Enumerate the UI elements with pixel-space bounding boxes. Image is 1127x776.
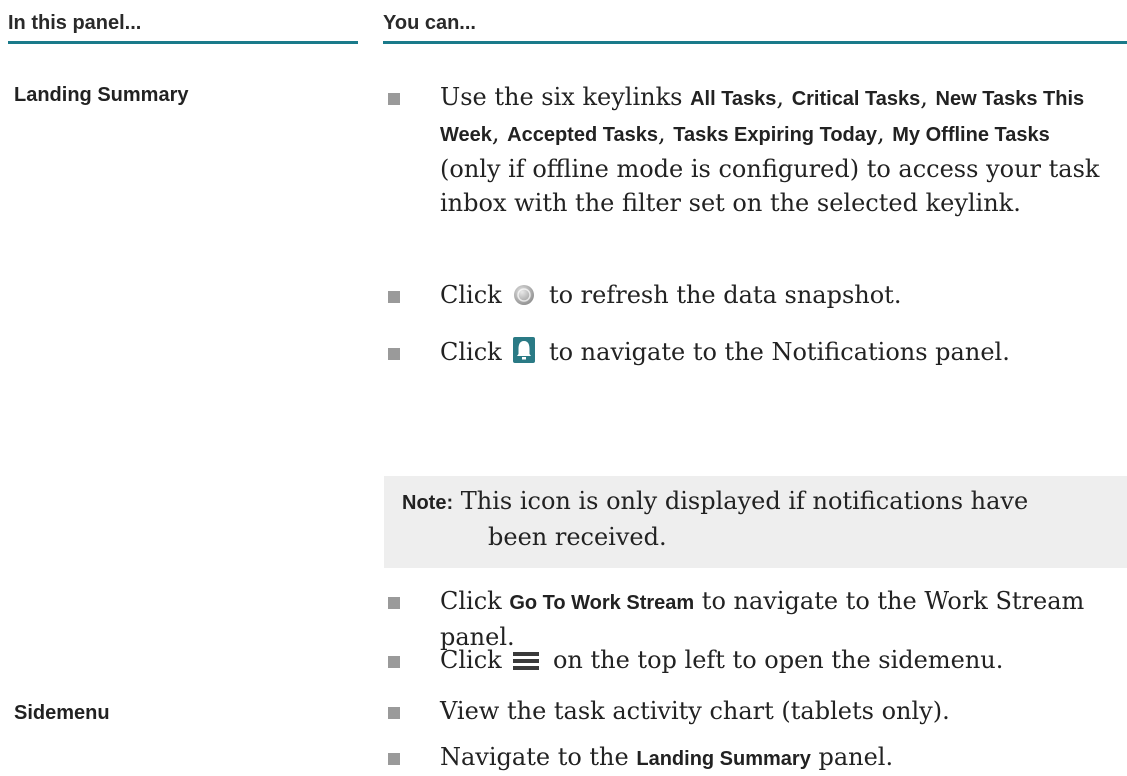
bullet-text: Click xyxy=(440,338,510,366)
column-header-panel: In this panel... xyxy=(8,0,358,44)
note-box: Note: This icon is only displayed if not… xyxy=(384,476,1127,568)
bullet-text: , xyxy=(776,83,792,111)
bullet-marker xyxy=(388,656,400,668)
landing-summary-link[interactable]: Landing Summary xyxy=(636,748,810,770)
bullet-marker xyxy=(388,93,400,105)
keylink-all-tasks[interactable]: All Tasks xyxy=(690,88,776,110)
bullet-text: Navigate to the xyxy=(440,743,637,771)
bullet-marker xyxy=(388,753,400,765)
bullet-text: , xyxy=(657,119,674,147)
bullet-text: , xyxy=(877,119,893,147)
column-header-actions: You can... xyxy=(383,0,1127,44)
keylink-critical-tasks[interactable]: Critical Tasks xyxy=(792,88,921,110)
bullet-text: Click xyxy=(440,281,510,309)
note-text: This icon is only displayed if notificat… xyxy=(453,487,1029,515)
bullet-text: panel. xyxy=(810,743,894,771)
list-item: Click to refresh the data snapshot. xyxy=(388,278,1100,315)
bullet-text: , xyxy=(920,83,936,111)
menu-icon xyxy=(513,646,540,680)
bullet-text: to refresh the data snapshot. xyxy=(541,281,902,309)
go-to-work-stream-link[interactable]: Go To Work Stream xyxy=(509,592,694,614)
list-item: Click to navigate to the Notifications p… xyxy=(388,335,1100,372)
list-item: Use the six keylinks All Tasks, Critical… xyxy=(388,80,1100,220)
bullet-text: Use the six keylinks xyxy=(440,83,691,111)
note-label: Note: xyxy=(402,492,454,514)
list-item: Navigate to the Landing Summary panel. xyxy=(388,740,1100,776)
bullet-text: View the task activity chart (tablets on… xyxy=(440,697,950,725)
list-item: View the task activity chart (tablets on… xyxy=(388,694,1100,728)
list-item: Click on the top left to open the sideme… xyxy=(388,643,1100,680)
bullet-text: on the top left to open the sidemenu. xyxy=(545,646,1004,674)
panel-name-landing-summary: Landing Summary xyxy=(14,84,189,106)
bullet-marker xyxy=(388,597,400,609)
bullet-marker xyxy=(388,291,400,303)
bullet-marker xyxy=(388,348,400,360)
keylink-accepted-tasks[interactable]: Accepted Tasks xyxy=(507,124,658,146)
bullet-text: , xyxy=(491,119,508,147)
bullet-text: Click xyxy=(440,646,510,674)
bullet-marker xyxy=(388,707,400,719)
bullet-text: to navigate to the Notifications panel. xyxy=(541,338,1010,366)
keylink-my-offline-tasks[interactable]: My Offline Tasks xyxy=(892,124,1049,146)
refresh-icon xyxy=(513,281,535,315)
keylink-tasks-expiring-today[interactable]: Tasks Expiring Today xyxy=(673,124,877,146)
bell-icon xyxy=(513,337,536,372)
note-text: been received. xyxy=(488,523,667,551)
bullet-text: Click xyxy=(440,587,510,615)
panel-name-sidemenu: Sidemenu xyxy=(14,702,110,724)
bullet-text: (only if offline mode is configured) to … xyxy=(440,155,1100,217)
